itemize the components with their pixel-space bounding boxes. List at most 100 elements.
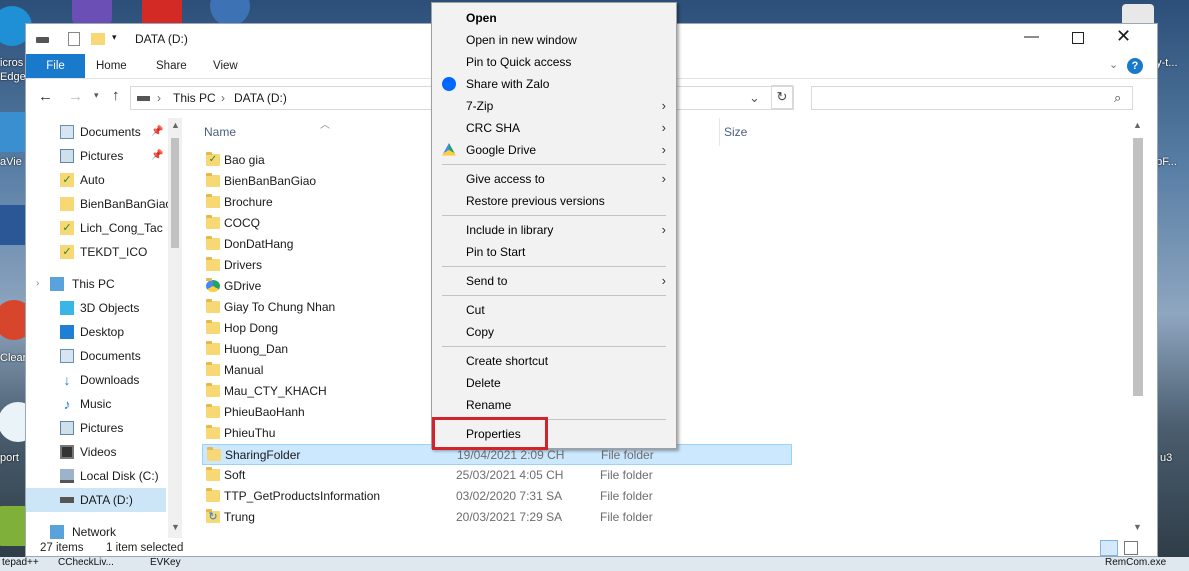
chevron-right-icon: › (661, 98, 666, 113)
menu-item-cut[interactable]: Cut (432, 299, 676, 321)
desktop-label-right-3: u3 (1160, 452, 1173, 464)
zalo-icon (442, 77, 456, 91)
nav-item-auto[interactable]: ✓ Auto (26, 168, 166, 192)
nav-item-documents-quick[interactable]: Documents 📌 (26, 120, 166, 144)
pin-icon[interactable]: 📌 (151, 144, 163, 168)
nav-label: TEKDT_ICO (80, 245, 148, 259)
nav-item-tekdt-ico[interactable]: ✓ TEKDT_ICO (26, 240, 166, 264)
file-list-scrollbar-thumb[interactable] (1133, 138, 1143, 396)
folder-icon (206, 488, 220, 502)
menu-item-label: Give access to (466, 172, 545, 186)
menu-item-share-with-zalo[interactable]: Share with Zalo (432, 73, 676, 95)
nav-item-bienbanbangiao[interactable]: BienBanBanGiao (26, 192, 172, 216)
close-button[interactable]: ✕ (1116, 26, 1131, 47)
nav-item-videos[interactable]: Videos (26, 440, 166, 464)
file-list-scrollbar[interactable]: ▲ ▼ (1131, 118, 1145, 538)
scroll-down-arrow-icon[interactable]: ▼ (1133, 522, 1142, 532)
menu-item-open-in-new-window[interactable]: Open in new window (432, 29, 676, 51)
menu-item-open[interactable]: Open (432, 7, 676, 29)
menu-item-give-access-to[interactable]: Give access to › (432, 168, 676, 190)
taskbar-item-notepad[interactable]: tepad++ (2, 557, 39, 568)
menu-item-send-to[interactable]: Send to › (432, 270, 676, 292)
folder-icon (206, 257, 220, 271)
forward-arrow-icon[interactable]: → (68, 88, 83, 105)
menu-item-rename[interactable]: Rename (432, 394, 676, 416)
tab-share[interactable]: Share (156, 54, 187, 78)
maximize-button[interactable] (1072, 32, 1084, 44)
scroll-down-arrow-icon[interactable]: ▼ (171, 522, 180, 532)
large-icons-view-icon[interactable] (1124, 541, 1138, 555)
search-icon[interactable]: ⌕ (1114, 90, 1121, 106)
file-row[interactable]: TTP_GetProductsInformation 03/02/2020 7:3… (202, 486, 790, 507)
menu-item-label: 7-Zip (466, 99, 494, 113)
menu-item-label: Restore previous versions (466, 194, 605, 208)
file-row[interactable]: ↻ Trung 20/03/2021 7:29 SA File folder (202, 507, 790, 528)
refresh-icon[interactable]: ↻ (771, 85, 793, 109)
menu-item-restore-previous-versions[interactable]: Restore previous versions (432, 190, 676, 212)
file-name: Brochure (224, 195, 273, 209)
tab-file[interactable]: File (26, 54, 85, 78)
nav-scrollbar[interactable]: ▲ ▼ (168, 118, 182, 538)
nav-item-3d-objects[interactable]: 3D Objects (26, 296, 166, 320)
taskbar-item-ccheck[interactable]: CCheckLiv... (58, 557, 114, 568)
tab-home[interactable]: Home (96, 54, 127, 78)
menu-item-label: Share with Zalo (466, 77, 550, 91)
menu-item-pin-to-quick-access[interactable]: Pin to Quick access (432, 51, 676, 73)
tab-view[interactable]: View (213, 54, 238, 78)
folder-check-icon: ✓ (206, 152, 220, 166)
nav-item-documents[interactable]: Documents (26, 344, 166, 368)
nav-item-music[interactable]: ♪ Music (26, 392, 166, 416)
nav-item-lich-cong-tac[interactable]: ✓ Lich_Cong_Tac (26, 216, 166, 240)
ribbon-expand-icon[interactable]: ⌄ (1109, 58, 1118, 71)
nav-item-this-pc[interactable]: › This PC (26, 272, 166, 296)
menu-item-7-zip[interactable]: 7-Zip › (432, 95, 676, 117)
nav-scrollbar-thumb[interactable] (171, 138, 179, 248)
menu-item-include-in-library[interactable]: Include in library › (432, 219, 676, 241)
file-row[interactable]: Soft 25/03/2021 4:05 CH File folder (202, 465, 790, 486)
up-arrow-icon[interactable]: ↑ (112, 87, 120, 104)
folder-icon (206, 362, 220, 376)
pin-icon[interactable]: 📌 (151, 120, 163, 144)
help-icon[interactable]: ? (1127, 58, 1143, 74)
column-header-name[interactable]: Name (204, 118, 236, 146)
properties-quick-icon[interactable] (68, 32, 80, 46)
scroll-up-arrow-icon[interactable]: ▲ (1133, 120, 1142, 130)
nav-item-pictures[interactable]: Pictures (26, 416, 166, 440)
drive-small-icon (137, 96, 150, 101)
menu-item-delete[interactable]: Delete (432, 372, 676, 394)
nav-label: Pictures (80, 421, 124, 435)
folder-check-icon: ✓ (60, 245, 74, 259)
address-dropdown-icon[interactable]: ⌄ (749, 90, 760, 106)
menu-item-crc-sha[interactable]: CRC SHA › (432, 117, 676, 139)
column-header-size[interactable]: Size (719, 118, 747, 146)
nav-item-downloads[interactable]: ↓ Downloads (26, 368, 166, 392)
menu-item-pin-to-start[interactable]: Pin to Start (432, 241, 676, 263)
recent-locations-icon[interactable]: ▾ (94, 90, 99, 101)
chevron-down-icon[interactable]: ▾ (112, 32, 117, 43)
folder-icon (206, 320, 220, 334)
scroll-up-arrow-icon[interactable]: ▲ (171, 120, 180, 130)
chevron-right-icon[interactable]: › (36, 272, 39, 296)
chevron-right-icon: › (661, 273, 666, 288)
sort-ascending-icon: ︿ (320, 120, 330, 131)
google-drive-icon (442, 143, 456, 156)
taskbar-item-remcom[interactable]: RemCom.exe (1105, 557, 1166, 568)
menu-item-copy[interactable]: Copy (432, 321, 676, 343)
breadcrumb-this-pc[interactable]: This PC (173, 91, 216, 105)
minimize-button[interactable]: — (1024, 28, 1039, 45)
menu-item-google-drive[interactable]: Google Drive › (432, 139, 676, 161)
details-view-icon[interactable] (1100, 540, 1118, 556)
new-folder-quick-icon[interactable] (91, 33, 105, 45)
nav-item-desktop[interactable]: Desktop (26, 320, 166, 344)
breadcrumb-data-d[interactable]: DATA (D:) (234, 91, 287, 105)
file-name: Hop Dong (224, 321, 279, 335)
file-name: DonDatHang (224, 237, 294, 251)
nav-item-local-disk-c[interactable]: Local Disk (C:) (26, 464, 166, 488)
nav-item-pictures-quick[interactable]: Pictures 📌 (26, 144, 166, 168)
nav-item-data-d[interactable]: DATA (D:) (26, 488, 166, 512)
menu-item-create-shortcut[interactable]: Create shortcut (432, 350, 676, 372)
search-input[interactable]: ⌕ (811, 86, 1133, 110)
taskbar-item-evkey[interactable]: EVKey (150, 557, 181, 568)
folder-icon (60, 197, 74, 211)
back-arrow-icon[interactable]: ← (38, 88, 53, 105)
